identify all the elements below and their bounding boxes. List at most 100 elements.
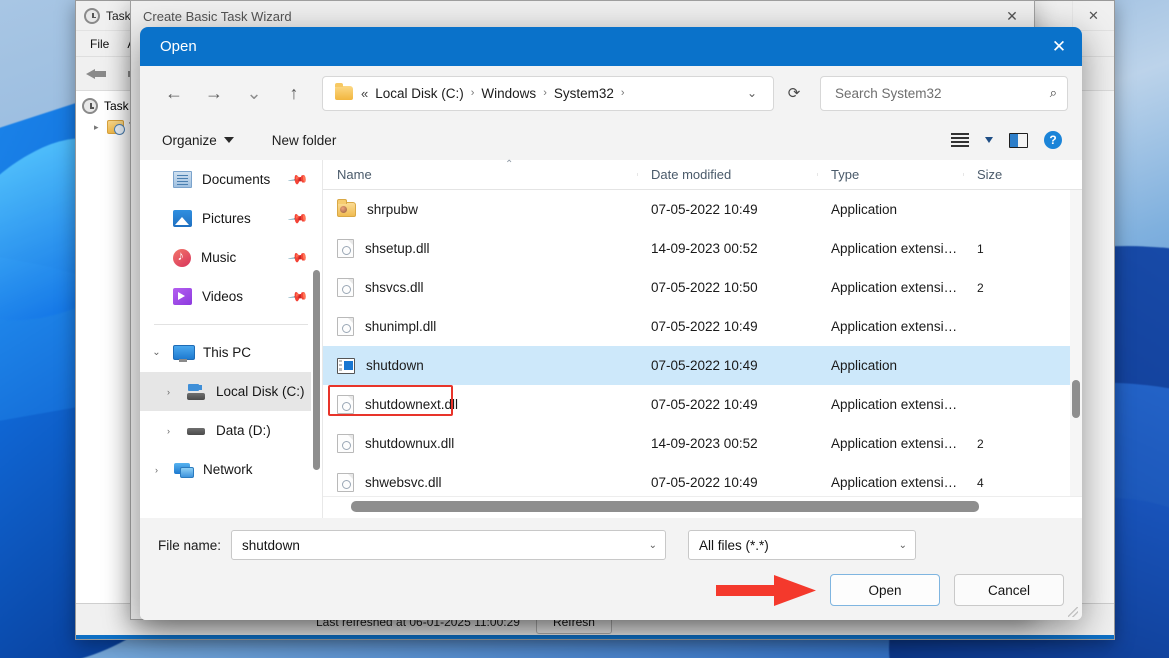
table-row-selected[interactable]: shutdown 07-05-2022 10:49 Application bbox=[323, 346, 1082, 385]
file-name-cell[interactable]: shsvcs.dll bbox=[323, 278, 637, 297]
breadcrumb-overflow[interactable]: « bbox=[361, 86, 368, 101]
preview-pane-icon[interactable] bbox=[1009, 132, 1028, 148]
refresh-icon[interactable]: ⟳ bbox=[774, 76, 814, 110]
nav-item-documents[interactable]: Documents 📌 bbox=[140, 160, 322, 199]
nav-pane-scrollbar[interactable] bbox=[311, 160, 322, 518]
pin-icon[interactable]: 📌 bbox=[287, 285, 309, 308]
search-input[interactable]: Search System32 ⌕ bbox=[820, 75, 1068, 111]
close-icon[interactable]: ✕ bbox=[1072, 1, 1114, 30]
file-name-cell[interactable]: shutdown bbox=[323, 357, 637, 374]
chevron-down-icon[interactable]: ⌄ bbox=[649, 540, 657, 551]
file-type-cell: Application extensi… bbox=[831, 397, 958, 412]
file-name-cell[interactable]: shwebsvc.dll bbox=[323, 473, 637, 492]
nav-item-label: Local Disk (C:) bbox=[216, 384, 305, 399]
close-icon[interactable]: ✕ bbox=[1036, 27, 1082, 66]
nav-pane-scroll-thumb[interactable] bbox=[313, 270, 320, 470]
file-name-label: shutdownext.dll bbox=[365, 397, 459, 412]
chevron-down-icon[interactable]: ⌄ bbox=[150, 347, 163, 358]
file-type-cell: Application extensi… bbox=[831, 241, 958, 256]
dll-icon bbox=[337, 278, 354, 297]
chevron-right-icon: › bbox=[543, 87, 547, 99]
chevron-right-icon[interactable]: › bbox=[150, 465, 163, 475]
file-date-cell: 07-05-2022 10:49 bbox=[651, 319, 758, 334]
forward-button[interactable]: → bbox=[194, 76, 234, 110]
task-folder-icon bbox=[107, 120, 125, 135]
pin-icon[interactable]: 📌 bbox=[287, 246, 309, 269]
table-row[interactable]: shunimpl.dll 07-05-2022 10:49 Applicatio… bbox=[323, 307, 1082, 346]
file-name-value: shutdown bbox=[242, 537, 300, 553]
file-name-cell[interactable]: shrpubw bbox=[323, 199, 637, 217]
documents-icon bbox=[173, 171, 192, 188]
file-type-cell: Application extensi… bbox=[831, 280, 958, 295]
breadcrumb-item-local-disk[interactable]: Local Disk (C:) bbox=[375, 86, 464, 101]
list-view-icon[interactable] bbox=[951, 132, 969, 148]
nav-item-data-d[interactable]: › Data (D:) bbox=[140, 411, 322, 450]
nav-divider bbox=[154, 324, 308, 325]
file-name-cell[interactable]: shunimpl.dll bbox=[323, 317, 637, 336]
file-name-cell[interactable]: shutdownux.dll bbox=[323, 434, 637, 453]
file-type-filter-select[interactable]: All files (*.*) ⌄ bbox=[688, 530, 917, 560]
file-list-scrollbar[interactable] bbox=[1070, 190, 1082, 496]
table-row[interactable]: shutdownext.dll 07-05-2022 10:49 Applica… bbox=[323, 385, 1082, 424]
pin-icon[interactable]: 📌 bbox=[287, 207, 309, 230]
data-disk-icon bbox=[185, 423, 206, 439]
new-folder-button[interactable]: New folder bbox=[264, 129, 345, 152]
table-row[interactable]: shutdownux.dll 14-09-2023 00:52 Applicat… bbox=[323, 424, 1082, 463]
column-header-type[interactable]: Type bbox=[817, 167, 963, 182]
nav-item-local-disk-c[interactable]: › Local Disk (C:) bbox=[140, 372, 322, 411]
nav-item-videos[interactable]: Videos 📌 bbox=[140, 277, 322, 316]
up-one-level-button[interactable]: ↑ bbox=[274, 76, 314, 110]
nav-item-music[interactable]: Music 📌 bbox=[140, 238, 322, 277]
table-row[interactable]: shsetup.dll 14-09-2023 00:52 Application… bbox=[323, 229, 1082, 268]
menu-item-file[interactable]: File bbox=[90, 37, 109, 51]
dll-icon bbox=[337, 473, 354, 492]
window-controls[interactable]: ✕ bbox=[1072, 1, 1114, 30]
file-name-label: shutdownux.dll bbox=[365, 436, 455, 451]
file-name-label: shsvcs.dll bbox=[365, 280, 424, 295]
file-list-horizontal-thumb[interactable] bbox=[351, 501, 979, 512]
resize-grip[interactable] bbox=[1068, 607, 1078, 617]
breadcrumb[interactable]: « Local Disk (C:) › Windows › System32 ›… bbox=[322, 75, 774, 111]
chevron-down-icon[interactable]: ⌄ bbox=[737, 86, 767, 100]
table-row[interactable]: shsvcs.dll 07-05-2022 10:50 Application … bbox=[323, 268, 1082, 307]
file-date-cell: 07-05-2022 10:49 bbox=[651, 202, 758, 217]
pin-icon[interactable]: 📌 bbox=[287, 168, 309, 191]
nav-item-this-pc[interactable]: ⌄ This PC bbox=[140, 333, 322, 372]
chevron-right-icon[interactable]: › bbox=[162, 387, 175, 397]
column-header-date-modified[interactable]: Date modified bbox=[637, 167, 817, 182]
nav-item-label: Data (D:) bbox=[216, 423, 271, 438]
table-row[interactable]: shwebsvc.dll 07-05-2022 10:49 Applicatio… bbox=[323, 463, 1082, 496]
chevron-down-icon[interactable]: ⌄ bbox=[899, 540, 907, 551]
column-header-name[interactable]: Name bbox=[323, 167, 637, 182]
chevron-right-icon[interactable]: › bbox=[162, 426, 175, 436]
file-rows[interactable]: shrpubw 07-05-2022 10:49 Application shs… bbox=[323, 190, 1082, 496]
view-chevron-down-icon[interactable] bbox=[985, 137, 993, 143]
organize-button[interactable]: Organize bbox=[154, 129, 242, 152]
breadcrumb-item-windows[interactable]: Windows bbox=[481, 86, 536, 101]
dialog-titlebar[interactable]: Open ✕ bbox=[140, 27, 1082, 66]
chevron-right-icon[interactable]: ▸ bbox=[94, 122, 102, 133]
column-header-row[interactable]: Name Date modified Type Size ⌃ bbox=[323, 159, 1082, 190]
file-type-cell: Application bbox=[831, 202, 898, 217]
dll-icon bbox=[337, 317, 354, 336]
open-button[interactable]: Open bbox=[830, 574, 940, 606]
cancel-button[interactable]: Cancel bbox=[954, 574, 1064, 606]
chevron-right-icon: › bbox=[620, 87, 625, 99]
file-name-input[interactable]: shutdown ⌄ bbox=[231, 530, 667, 560]
open-file-dialog[interactable]: Open ✕ ← → ⌄ ↑ « Local Disk (C:) › Windo… bbox=[140, 27, 1082, 620]
help-icon[interactable]: ? bbox=[1044, 131, 1062, 149]
file-name-cell[interactable]: shutdownext.dll bbox=[323, 395, 637, 414]
column-header-size[interactable]: Size bbox=[963, 167, 1043, 182]
table-row[interactable]: shrpubw 07-05-2022 10:49 Application bbox=[323, 190, 1082, 229]
file-list-horizontal-scrollbar[interactable] bbox=[323, 496, 1082, 518]
file-list-scroll-thumb[interactable] bbox=[1072, 380, 1080, 418]
breadcrumb-item-system32[interactable]: System32 bbox=[554, 86, 614, 101]
dialog-toolbar: Organize New folder ? bbox=[140, 120, 1082, 160]
back-button[interactable]: ← bbox=[154, 76, 194, 110]
file-name-cell[interactable]: shsetup.dll bbox=[323, 239, 637, 258]
recent-locations-button[interactable]: ⌄ bbox=[234, 76, 274, 110]
nav-item-network[interactable]: › Network bbox=[140, 450, 322, 489]
navigation-pane[interactable]: Documents 📌 Pictures 📌 Music 📌 Videos 📌 bbox=[140, 160, 322, 518]
nav-item-pictures[interactable]: Pictures 📌 bbox=[140, 199, 322, 238]
back-arrow-icon[interactable] bbox=[86, 64, 112, 84]
